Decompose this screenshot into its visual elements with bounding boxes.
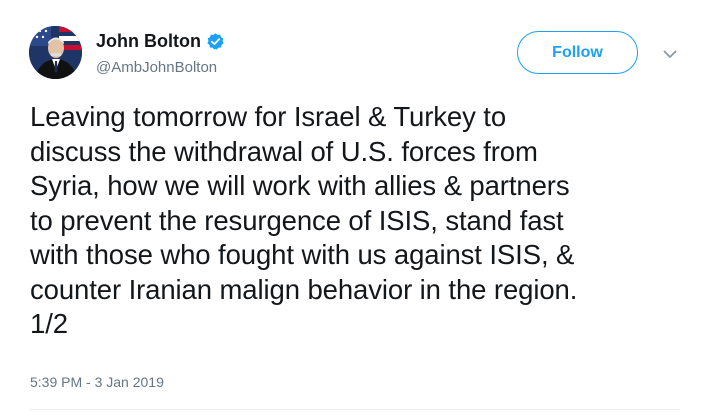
tweet-text-line: Syria, how we will work with allies & pa…	[30, 170, 570, 201]
avatar[interactable]	[29, 26, 82, 79]
tweet-text-line: with those who fought with us against IS…	[30, 239, 575, 270]
verified-badge-icon	[206, 32, 225, 51]
tweet-text-line: counter Iranian malign behavior in the r…	[30, 273, 578, 305]
chevron-down-icon	[663, 50, 677, 58]
follow-button[interactable]: Follow	[517, 31, 638, 74]
tweet-text-line: 1/2	[30, 308, 68, 339]
tweet-text: Leaving tomorrow for Israel & Turkey to …	[30, 100, 710, 342]
tweet-text-line: discuss the withdrawal of U.S. forces fr…	[30, 135, 538, 167]
tweet-menu-button[interactable]	[660, 44, 680, 64]
tweet-card: John Bolton @AmbJohnBolton Follow Leavin…	[0, 0, 720, 413]
tweet-timestamp[interactable]: 5:39 PM - 3 Jan 2019	[30, 374, 164, 390]
display-name-row: John Bolton	[96, 29, 225, 53]
tweet-text-line: Leaving tomorrow for Israel & Turkey to	[30, 101, 507, 132]
divider	[30, 409, 680, 410]
author-handle[interactable]: @AmbJohnBolton	[96, 59, 217, 76]
avatar-image	[29, 26, 82, 79]
tweet-text-line: to prevent the resurgence of ISIS, stand…	[30, 204, 564, 236]
display-name[interactable]: John Bolton	[96, 31, 201, 52]
